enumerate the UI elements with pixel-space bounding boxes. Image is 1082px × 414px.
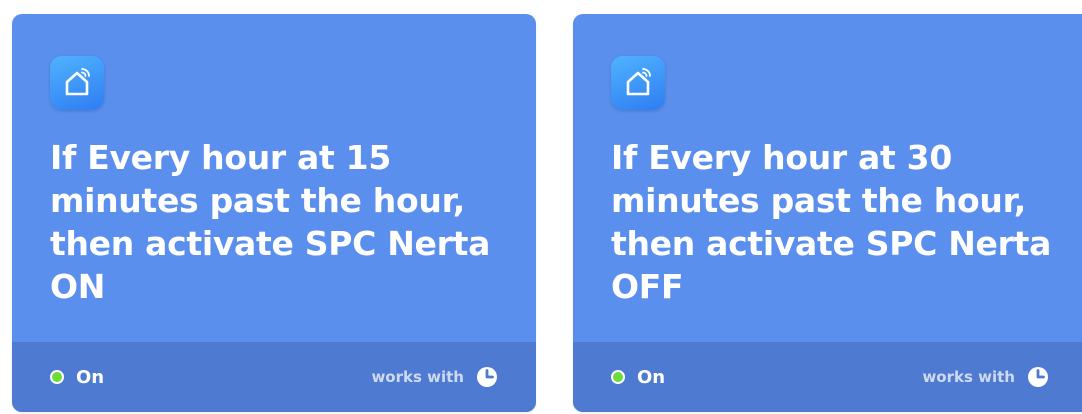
- status-dot-icon: [611, 370, 625, 384]
- applet-title: If Every hour at 15 minutes past the hou…: [50, 138, 491, 306]
- status-dot-icon: [50, 370, 64, 384]
- applet-footer: On works with: [573, 342, 1082, 412]
- works-with: works with: [922, 342, 1049, 412]
- applet-footer: On works with: [12, 342, 536, 412]
- applet-card[interactable]: If Every hour at 15 minutes past the hou…: [12, 14, 536, 412]
- status-indicator[interactable]: On: [50, 342, 104, 412]
- works-with: works with: [371, 342, 498, 412]
- status-indicator[interactable]: On: [611, 342, 665, 412]
- smart-home-icon: [611, 56, 665, 110]
- clock-icon: [1028, 367, 1048, 387]
- works-with-label: works with: [922, 368, 1015, 386]
- applet-list: If Every hour at 15 minutes past the hou…: [0, 0, 1082, 414]
- clock-icon: [477, 367, 497, 387]
- status-label: On: [76, 366, 105, 388]
- applet-title: If Every hour at 30 minutes past the hou…: [611, 138, 1052, 306]
- smart-home-icon: [50, 56, 104, 110]
- works-with-label: works with: [371, 368, 464, 386]
- applet-card[interactable]: If Every hour at 30 minutes past the hou…: [573, 14, 1082, 412]
- status-label: On: [637, 366, 666, 388]
